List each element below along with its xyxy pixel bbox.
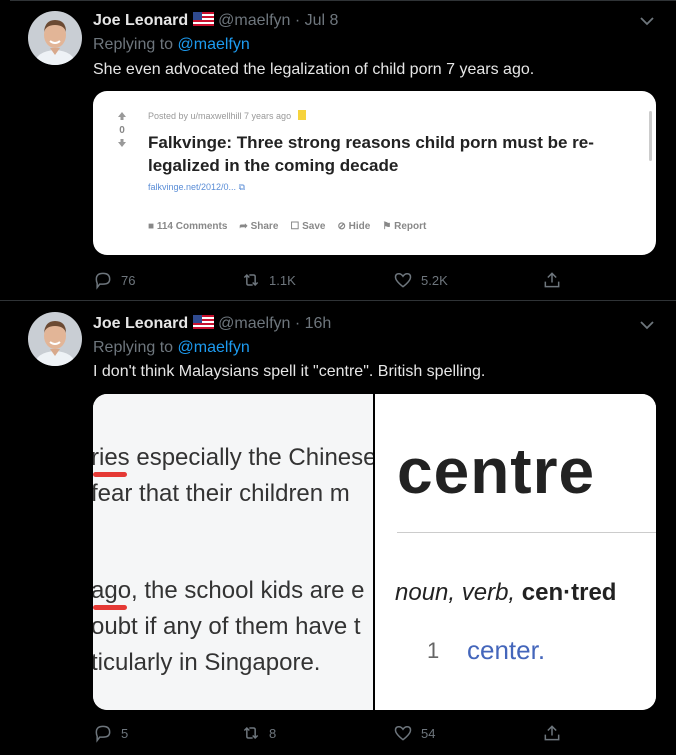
tweet-header: Joe Leonard @maelfyn · 16h [93,315,331,333]
chevron-down-icon[interactable] [640,320,654,330]
rule [397,532,656,533]
tweet[interactable]: Joe Leonard @maelfyn · 16h Replying to @… [0,301,676,755]
like-icon [394,272,412,288]
excerpt-line: fear that their children m [93,480,350,507]
display-name[interactable]: Joe Leonard [93,315,188,332]
post-link-text: falkvinge.net/2012/0... [148,182,237,192]
post-link: falkvinge.net/2012/0... ⧉ [148,182,245,193]
retweet-count: 1.1K [269,272,296,288]
scrollbar [649,111,652,161]
save-action: ☐ Save [290,221,326,232]
tweet[interactable]: Joe Leonard @maelfyn · Jul 8 Replying to… [0,0,676,301]
replying-to: Replying to @maelfyn [93,36,250,54]
mention-link[interactable]: @maelfyn [178,339,250,356]
definition-link: center. [467,635,546,665]
share-icon [544,725,560,741]
hide-label: Hide [348,221,371,232]
divider [10,0,676,1]
award-icon [297,110,306,120]
tweet-header: Joe Leonard @maelfyn · Jul 8 [93,12,338,30]
replying-to: Replying to @maelfyn [93,339,250,357]
like-count: 5.2K [421,272,448,288]
spellcheck-underline [93,605,127,610]
post-meta-text: Posted by u/maxwellhill 7 years ago [148,111,292,121]
share-action: ➦ Share [239,221,279,232]
handle[interactable]: @maelfyn [218,315,290,332]
like-icon [394,725,412,741]
share-button[interactable] [542,723,562,743]
action-bar: 5 8 54 [93,723,573,745]
retweet-count: 8 [269,725,277,741]
post-action-bar: ■ 114 Comments ➦ Share ☐ Save ⊘ Hide ⚑ R… [148,221,426,232]
hide-action: ⊘ Hide [337,221,371,232]
like-count: 54 [421,725,436,741]
replying-label: Replying to [93,339,174,356]
share-label: Share [250,221,279,232]
like-button[interactable]: 5.2K [393,270,448,290]
dictionary-entry: centre noun, verb, cen·tred 1 center. [375,394,656,710]
media-image[interactable]: ries especially the Chinese fear that th… [93,394,656,710]
mention-link[interactable]: @maelfyn [178,36,250,53]
reply-icon [95,725,111,743]
flag-us-icon [193,315,215,329]
excerpt-line: oubt if any of them have t [93,613,361,640]
reply-count: 5 [121,725,129,741]
dictionary-word: centre [397,435,596,507]
share-icon [544,272,560,288]
retweet-button[interactable]: 8 [241,723,276,743]
avatar[interactable] [28,11,82,65]
pos-bold: cen·tred [521,579,617,606]
media-image[interactable]: 0 Posted by u/maxwellhill 7 years ago Fa… [93,91,656,255]
spellcheck-underline [93,472,127,477]
handle[interactable]: @maelfyn [218,12,290,29]
post-meta: Posted by u/maxwellhill 7 years ago [148,110,306,121]
retweet-icon [243,273,259,287]
post-title: Falkvinge: Three strong reasons child po… [148,133,594,175]
article-excerpt: ries especially the Chinese fear that th… [93,394,373,710]
vote-score: 0 [119,125,125,136]
excerpt-line: ries especially the Chinese [93,444,373,471]
downvote-icon [118,139,126,147]
reply-icon [95,272,111,290]
timestamp[interactable]: · Jul 8 [295,12,339,29]
part-of-speech: noun, verb, cen·tred [395,579,616,607]
tweet-text: I don't think Malaysians spell it "centr… [93,363,486,380]
vote-column: 0 [116,111,128,151]
flag-us-icon [193,12,215,26]
action-bar: 76 1.1K 5.2K [93,270,573,292]
report-label: Report [394,221,427,232]
chevron-down-icon[interactable] [640,16,654,26]
excerpt-line: ago, the school kids are e [93,577,365,604]
share-button[interactable] [542,270,562,290]
definition-number: 1 [427,638,440,663]
save-label: Save [302,221,326,232]
retweet-button[interactable]: 1.1K [241,270,296,290]
replying-label: Replying to [93,36,174,53]
reply-button[interactable]: 5 [93,723,128,743]
reply-count: 76 [121,272,136,288]
pos-italic: noun, verb, [395,579,516,606]
timestamp[interactable]: · 16h [295,315,331,332]
reply-button[interactable]: 76 [93,270,135,290]
tweet-text: She even advocated the legalization of c… [93,61,535,78]
comments-action: ■ 114 Comments [148,221,228,232]
external-link-icon: ⧉ [238,182,246,192]
excerpt-line: ticularly in Singapore. [93,649,321,676]
upvote-icon [118,112,126,120]
display-name[interactable]: Joe Leonard [93,12,188,29]
report-action: ⚑ Report [382,221,427,232]
retweet-icon [243,726,259,740]
like-button[interactable]: 54 [393,723,435,743]
comments-label: 114 Comments [156,221,228,232]
avatar[interactable] [28,312,82,366]
